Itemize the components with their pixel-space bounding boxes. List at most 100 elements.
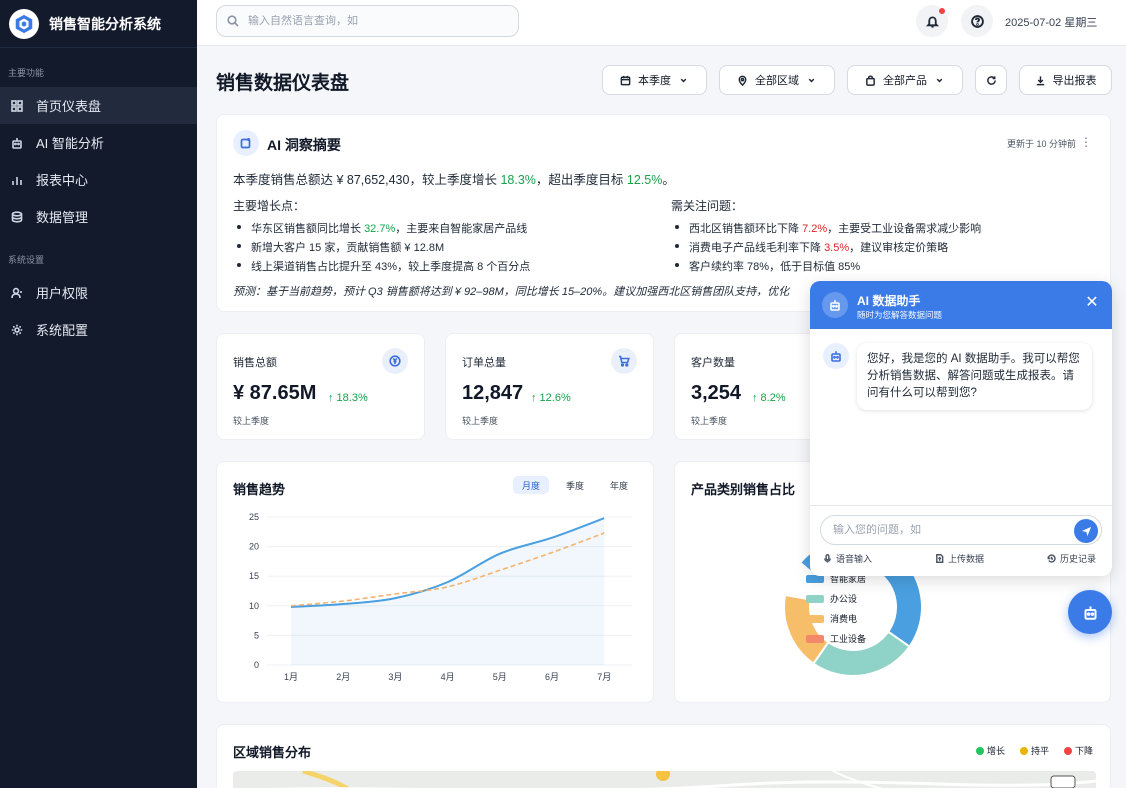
bullet-text: 消费电子产品线毛利率下降 (689, 242, 825, 254)
sidebar-item-config[interactable]: 系统配置 (0, 311, 197, 348)
legend-swatch (806, 594, 824, 603)
headline-text: ，超出季度目标 (535, 173, 627, 187)
donut-slice-2 (783, 593, 830, 665)
list-item: 客户续约率 78%，低于目标值 85% (671, 258, 981, 277)
kpi-sub: 较上季度 (462, 416, 499, 426)
sidebar-item-dashboard[interactable]: 首页仪表盘 (0, 87, 197, 124)
list-item: 线上渠道销售占比提升至 43%，较上季度提高 8 个百分点 (233, 258, 530, 277)
product-filter[interactable]: 全部产品 (847, 65, 963, 95)
growth-title: 主要增长点： (233, 199, 306, 213)
legend-growth: 增长 (976, 744, 1005, 757)
sidebar-item-label: 系统配置 (36, 323, 89, 338)
kpi-label: 销售总额 (233, 357, 277, 369)
bullet-value: 7.2% (802, 223, 828, 235)
period-filter-label: 本季度 (638, 75, 671, 87)
legend-label: 工业设备 (830, 634, 867, 644)
page-title: 销售数据仪表盘 (216, 73, 350, 94)
sidebar-item-data[interactable]: 数据管理 (0, 198, 197, 235)
search-box[interactable] (216, 5, 519, 37)
upload-data-label: 上传数据 (948, 554, 985, 564)
ai-forecast: 预测：基于当前趋势，预计 Q3 销售额将达到 ¥ 92–98M，同比增长 15–… (233, 286, 790, 298)
ai-summary-title: AI 洞察摘要 (267, 137, 341, 153)
regional-card: 区域销售分布 增长 持平 下降 (216, 724, 1111, 788)
assistant-fab-button[interactable] (1068, 590, 1112, 634)
microphone-icon (824, 554, 831, 563)
headline-text: 。 (662, 173, 675, 187)
assistant-message: 您好，我是您的 AI 数据助手。我可以帮您分析销售数据、解答问题或生成报表。请问… (857, 343, 1092, 410)
brand: 销售智能分析系统 (0, 0, 197, 48)
list-item: 消费电子产品线毛利率下降 3.5%，建议审核定价策略 (671, 239, 981, 258)
legend-flat: 持平 (1020, 744, 1049, 757)
assistant-avatar-icon (823, 343, 849, 369)
kpi-sub: 较上季度 (691, 416, 728, 426)
file-upload-icon (936, 554, 944, 563)
x-tick-label: 7月 (597, 672, 611, 682)
history-button[interactable]: 历史记录 (1047, 552, 1096, 565)
voice-input-button[interactable]: 语音输入 (823, 552, 872, 565)
sidebar-item-ai-analysis[interactable]: AI 智能分析 (0, 124, 197, 161)
legend-down: 下降 (1064, 744, 1093, 757)
issues-list: 西北区销售额环比下降 7.2%，主要受工业设备需求减少影响 消费电子产品线毛利率… (671, 220, 981, 277)
grid-icon (11, 99, 23, 112)
product-filter-label: 全部产品 (883, 75, 927, 87)
kpi-card-orders: 订单总量 12,847 ↑ 12.6% 较上季度 (445, 333, 654, 440)
headline-growth: 18.3% (500, 173, 536, 187)
database-icon (11, 210, 23, 223)
close-icon[interactable]: ✕ (1084, 295, 1100, 311)
region-filter[interactable]: 全部区域 (719, 65, 835, 95)
history-label: 历史记录 (1060, 554, 1097, 564)
y-tick-label: 0 (254, 660, 259, 670)
ai-insight-icon (233, 130, 259, 156)
x-tick-label: 1月 (284, 672, 298, 682)
flat-dot (1020, 746, 1028, 755)
bag-icon (866, 74, 875, 86)
assistant-title: AI 数据助手 (857, 294, 921, 308)
region-map[interactable] (233, 771, 1096, 788)
list-item: 西北区销售额环比下降 7.2%，主要受工业设备需求减少影响 (671, 220, 981, 239)
bell-icon (925, 15, 939, 28)
kpi-card-sales: 销售总额 ¥ 87.65M ↑ 18.3% 较上季度 (216, 333, 425, 440)
sales-trend-chart: 0 5 10 15 20 25 1月 2月 3月 4月 5月 6月 7月 (249, 512, 632, 682)
nav-section-main: 主要功能 (8, 68, 45, 78)
notification-button[interactable] (916, 5, 948, 37)
map-background (269, 771, 1096, 788)
period-filter[interactable]: 本季度 (602, 65, 707, 95)
sidebar-item-users[interactable]: 用户权限 (0, 274, 197, 311)
assistant-input-box[interactable] (820, 515, 1102, 545)
sidebar: 销售智能分析系统 主要功能 首页仪表盘 AI 智能分析 报表中心 数据管理 系统… (0, 0, 197, 788)
notification-badge (939, 8, 945, 14)
sidebar-item-reports[interactable]: 报表中心 (0, 161, 197, 198)
user-icon (11, 287, 23, 299)
sidebar-item-label: 数据管理 (36, 210, 89, 225)
topbar: 2025-07-02 星期三 (197, 0, 1126, 46)
assistant-input[interactable] (833, 524, 1063, 536)
robot-icon (1084, 606, 1096, 620)
sales-trend-card: 销售趋势 月度 季度 年度 0 5 10 15 20 25 1月 2月 3月 4月 5月 6月 7月 (216, 461, 654, 703)
bullet-text: ，主要来自智能家居产品线 (395, 223, 528, 235)
bar-chart-icon (11, 174, 23, 186)
bullet-text: 西北区销售额环比下降 (689, 223, 803, 235)
kpi-change: ↑ 12.6% (531, 392, 571, 404)
upload-data-button[interactable]: 上传数据 (935, 552, 984, 565)
y-tick-label: 20 (249, 542, 259, 552)
list-item: 新增大客户 15 家，贡献销售额 ¥ 12.8M (233, 239, 530, 258)
send-button[interactable] (1074, 519, 1098, 543)
cart-icon (611, 348, 637, 374)
bullet-text: ，主要受工业设备需求减少影响 (827, 223, 982, 235)
search-input[interactable] (248, 15, 498, 27)
refresh-button[interactable] (975, 65, 1007, 95)
current-date: 2025-07-02 星期三 (1005, 17, 1098, 29)
more-options-icon[interactable]: ⋮ (1080, 135, 1092, 149)
ai-assistant-panel: AI 数据助手 随时为您解答数据问题 ✕ 您好，我是您的 AI 数据助手。我可以… (810, 281, 1112, 576)
robot-icon (11, 137, 23, 149)
x-tick-label: 3月 (388, 672, 402, 682)
y-tick-label: 10 (249, 601, 259, 611)
bullet-value: 32.7% (364, 223, 396, 235)
legend-label: 消费电 (830, 614, 858, 624)
bullet-text: ，建议审核定价策略 (849, 242, 949, 254)
legend-label: 持平 (1031, 746, 1050, 756)
export-button[interactable]: 导出报表 (1019, 65, 1112, 95)
x-tick-label: 2月 (336, 672, 350, 682)
y-tick-label: 25 (249, 512, 259, 522)
help-button[interactable] (961, 5, 993, 37)
